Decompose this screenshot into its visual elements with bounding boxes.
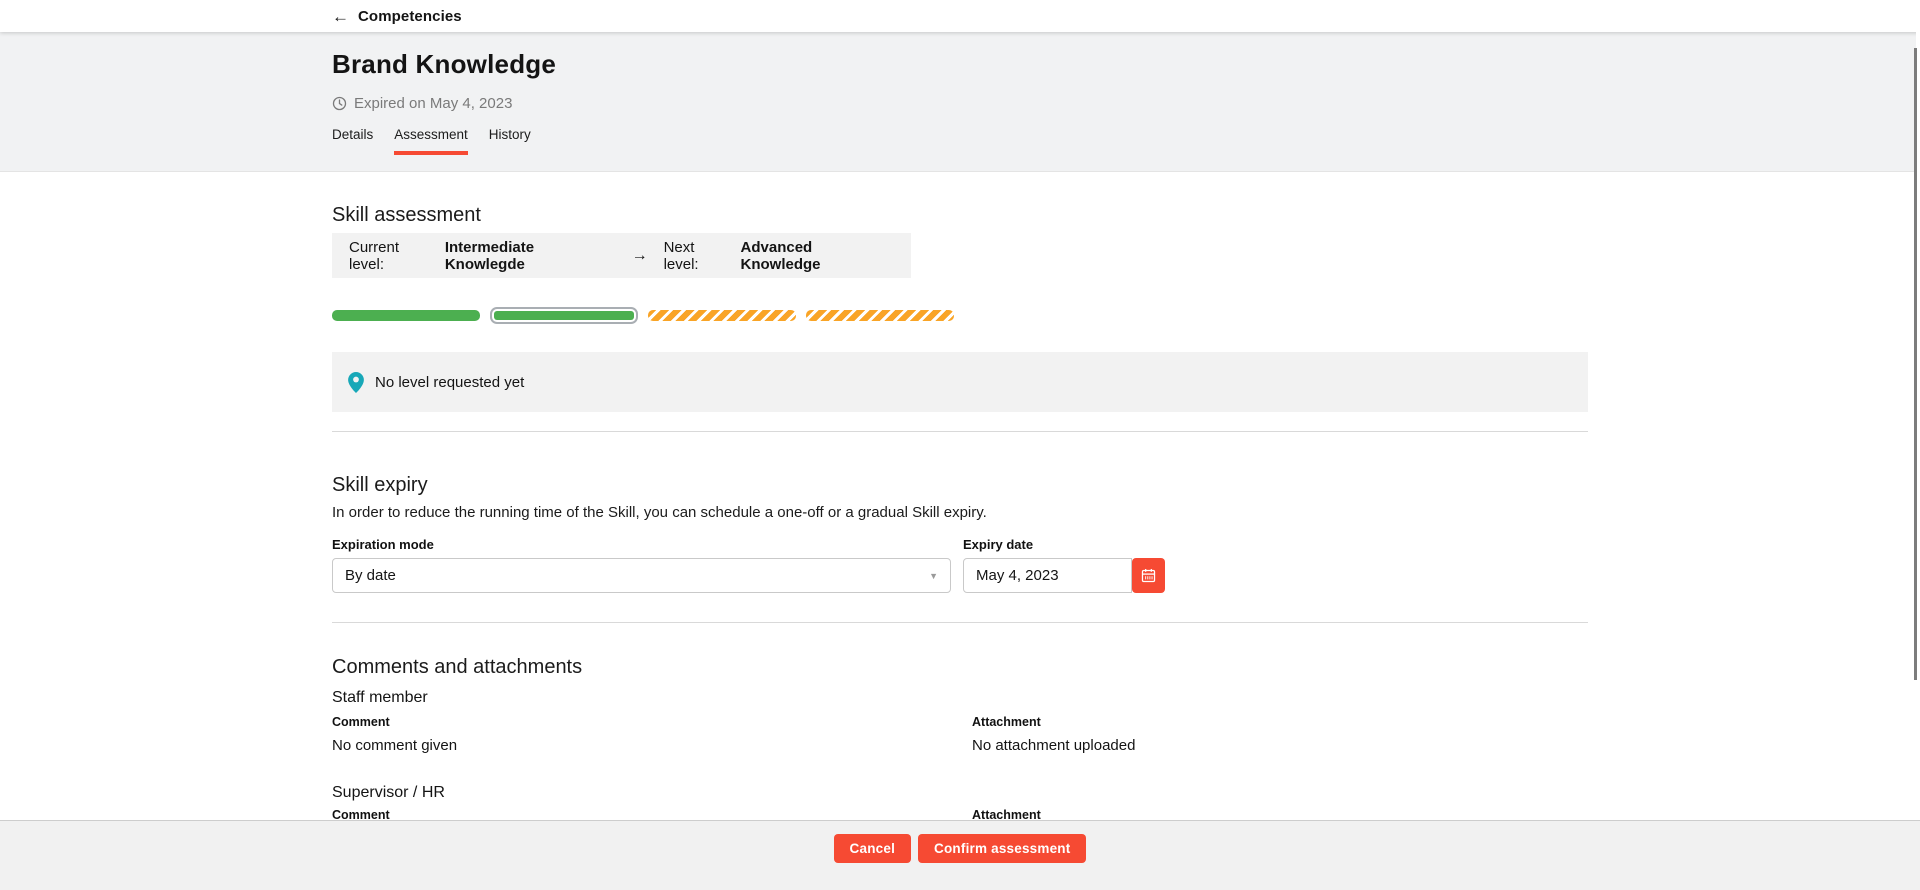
expired-text: Expired on May 4, 2023 <box>354 95 512 112</box>
tab-history[interactable]: History <box>489 127 531 155</box>
level-bar-achieved <box>332 310 480 321</box>
expiry-date-input[interactable] <box>963 558 1132 593</box>
skill-expiry-description: In order to reduce the running time of t… <box>332 504 1588 521</box>
staff-comment-label: Comment <box>332 715 972 729</box>
action-bar: Cancel Confirm assessment <box>0 820 1920 890</box>
staff-comment-value: No comment given <box>332 737 972 754</box>
level-bars <box>332 307 1588 324</box>
top-bar: ← Competencies <box>0 0 1920 32</box>
current-level-value: Intermediate Knowlegde <box>445 239 616 273</box>
main-content: Skill assessment Current level: Intermed… <box>332 204 1588 822</box>
level-bar-upcoming <box>648 310 796 321</box>
staff-attachment-label: Attachment <box>972 715 1588 729</box>
level-bar-upcoming <box>806 310 954 321</box>
expiration-mode-label: Expiration mode <box>332 537 951 552</box>
back-label: Competencies <box>358 8 462 25</box>
expiry-date-field: Expiry date <box>963 537 1165 593</box>
skill-assessment-title: Skill assessment <box>332 204 1588 227</box>
back-to-competencies-link[interactable]: ← Competencies <box>332 8 462 25</box>
cancel-button[interactable]: Cancel <box>834 834 911 863</box>
expired-status: Expired on May 4, 2023 <box>332 95 1920 112</box>
section-divider <box>332 622 1588 623</box>
current-level-label: Current level: <box>349 239 437 273</box>
next-level-value: Advanced Knowledge <box>741 239 894 273</box>
expiry-form: Expiration mode By date ▼ Expiry date <box>332 537 1588 593</box>
location-pin-icon <box>348 372 364 393</box>
page-title: Brand Knowledge <box>332 32 1920 80</box>
calendar-button[interactable] <box>1132 558 1165 593</box>
expiration-mode-field: Expiration mode By date ▼ <box>332 537 951 593</box>
no-level-requested-banner: No level requested yet <box>332 352 1588 412</box>
expiration-mode-value: By date <box>345 567 396 584</box>
calendar-icon <box>1140 567 1157 584</box>
current-level-summary: Current level: Intermediate Knowlegde → … <box>332 233 911 278</box>
expiry-date-label: Expiry date <box>963 537 1165 552</box>
chevron-down-icon: ▼ <box>929 571 938 581</box>
staff-attachment-value: No attachment uploaded <box>972 737 1588 754</box>
clock-icon <box>332 96 347 111</box>
next-level-label: Next level: <box>664 239 733 273</box>
tab-details[interactable]: Details <box>332 127 373 155</box>
level-arrow-icon: → <box>632 247 648 265</box>
back-arrow-icon: ← <box>332 8 349 25</box>
page-header: Brand Knowledge Expired on May 4, 2023 D… <box>0 32 1920 172</box>
level-bar-current <box>490 307 638 324</box>
confirm-assessment-button[interactable]: Confirm assessment <box>918 834 1086 863</box>
staff-member-title: Staff member <box>332 689 1588 707</box>
expiration-mode-select[interactable]: By date ▼ <box>332 558 951 593</box>
tab-assessment[interactable]: Assessment <box>394 127 468 155</box>
skill-expiry-title: Skill expiry <box>332 474 1588 497</box>
supervisor-hr-title: Supervisor / HR <box>332 784 1588 802</box>
tab-bar: Details Assessment History <box>332 127 1920 155</box>
section-divider <box>332 431 1588 432</box>
scrollbar-thumb[interactable] <box>1914 48 1917 680</box>
no-level-requested-text: No level requested yet <box>375 374 524 391</box>
comments-attachments-title: Comments and attachments <box>332 656 1588 679</box>
